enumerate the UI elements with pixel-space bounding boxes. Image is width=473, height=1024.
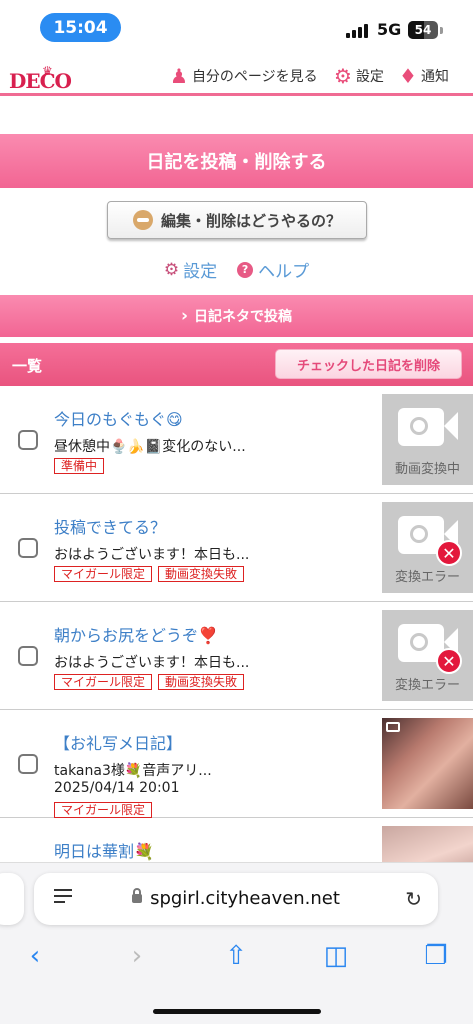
select-checkbox[interactable] (18, 646, 38, 666)
browser-chrome: spgirl.cityheaven.net ↻ ‹ › ⇧ ◫ ❐ (0, 862, 473, 1024)
error-icon: ✕ (436, 648, 462, 674)
bookmarks-icon[interactable]: ◫ (316, 941, 356, 971)
diary-date: 2025/04/14 20:01 (54, 780, 180, 796)
select-checkbox[interactable] (18, 754, 38, 774)
user-icon: ♟ (170, 64, 188, 88)
howto-label: 編集・削除はどうやるの？ (160, 211, 341, 230)
settings-label: 設定 (355, 69, 384, 85)
list-item[interactable]: 投稿できてる？ おはようございます！本日も... マイガール限定 動画変換失敗 … (0, 494, 473, 602)
deco-logo[interactable]: DECO (9, 69, 72, 93)
my-page-label: 自分のページを見る (191, 69, 318, 85)
site-header: DECO ♛ ♟ 自分のページを見る ⚙ 設定 ♦ 通知 (0, 56, 473, 96)
crown-icon: ♛ (42, 64, 53, 78)
status-badge: マイガール限定 (54, 802, 153, 818)
home-indicator (153, 1009, 321, 1014)
neta-label: 日記ネタで投稿 (194, 309, 292, 325)
video-thumbnail[interactable]: 動画変換中 (382, 394, 473, 485)
status-badge: マイガール限定 (54, 566, 153, 582)
howto-button[interactable]: 編集・削除はどうやるの？ (107, 201, 367, 239)
previous-tab[interactable] (0, 873, 24, 925)
diary-excerpt: おはようございます！本日も... (54, 655, 250, 671)
thumb-status: 動画変換中 (394, 462, 460, 477)
chevron-right-icon: › (180, 306, 188, 326)
share-icon[interactable]: ⇧ (216, 941, 256, 971)
list-item[interactable]: 朝からお尻をどうぞ❣️ おはようございます！本日も... マイガール限定 動画変… (0, 602, 473, 710)
thumb-status: 変換エラー (394, 678, 460, 693)
url-text: spgirl.cityheaven.net (150, 888, 340, 909)
settings-link[interactable]: ⚙ 設定 (334, 66, 384, 86)
select-checkbox[interactable] (18, 538, 38, 558)
settings-text-label: 設定 (183, 262, 218, 282)
forward-icon[interactable]: › (117, 941, 157, 971)
status-time: 15:04 (40, 13, 121, 42)
gear-icon: ⚙ (334, 64, 352, 88)
status-badge: マイガール限定 (54, 674, 153, 690)
list-header: 一覧 チェックした日記を削除 (0, 343, 473, 386)
battery-level: 54 (414, 23, 432, 37)
diary-title[interactable]: 投稿できてる？ (54, 514, 166, 538)
url-display: spgirl.cityheaven.net (34, 888, 438, 909)
help-link[interactable]: ? ヘルプ (237, 257, 309, 282)
video-thumbnail[interactable]: ✕ 変換エラー (382, 502, 473, 593)
settings-text-link[interactable]: ⚙ 設定 (163, 257, 218, 283)
diary-excerpt: takana3様💐音声アリ... (54, 763, 212, 779)
delete-checked-button[interactable]: チェックした日記を削除 (275, 349, 462, 379)
address-bar[interactable]: spgirl.cityheaven.net ↻ (34, 873, 438, 925)
diary-excerpt: 昼休憩中🍨🍌📓変化のない... (54, 439, 246, 455)
mascot-icon (132, 210, 153, 230)
my-page-link[interactable]: ♟ 自分のページを見る (170, 66, 318, 86)
list-item[interactable]: 【お礼写メ日記】 takana3様💐音声アリ... 2025/04/14 20:… (0, 710, 473, 818)
status-badge: 動画変換失敗 (158, 566, 245, 582)
thumb-status: 変換エラー (394, 570, 460, 585)
diary-title[interactable]: 今日のもぐもぐ😋 (54, 406, 183, 430)
battery-icon: 54 (408, 21, 438, 39)
diary-title[interactable]: 朝からお尻をどうぞ❣️ (54, 622, 218, 646)
utility-links: ⚙ 設定 ? ヘルプ (0, 257, 473, 283)
neta-post-button[interactable]: › 日記ネタで投稿 (0, 295, 473, 337)
tabs-icon[interactable]: ❐ (416, 941, 456, 971)
status-bar: 15:04 5G 54 (0, 0, 473, 56)
list-item[interactable]: 今日のもぐもぐ😋 昼休憩中🍨🍌📓変化のない... 準備中 動画変換中 (0, 386, 473, 494)
list-title: 一覧 (12, 357, 43, 375)
gear-icon: ⚙ (163, 259, 180, 280)
signal-icon (346, 22, 368, 38)
error-icon: ✕ (436, 540, 462, 566)
help-icon: ? (237, 261, 254, 278)
diary-list: 今日のもぐもぐ😋 昼休憩中🍨🍌📓変化のない... 準備中 動画変換中 投稿できて… (0, 386, 473, 926)
camera-icon (398, 408, 444, 446)
video-thumbnail[interactable]: ✕ 変換エラー (382, 610, 473, 701)
video-badge-icon (386, 722, 400, 732)
network-label: 5G (377, 20, 402, 39)
status-badge: 準備中 (54, 458, 105, 474)
diary-title[interactable]: 明日は華割💐 (54, 838, 154, 862)
status-badge: 動画変換失敗 (158, 674, 245, 690)
browser-toolbar: ‹ › ⇧ ◫ ❐ (0, 941, 473, 981)
notifications-label: 通知 (420, 69, 449, 85)
photo-thumbnail[interactable] (382, 718, 473, 809)
diary-excerpt: おはようございます！本日も... (54, 547, 250, 563)
lock-icon (132, 888, 143, 903)
select-checkbox[interactable] (18, 430, 38, 450)
post-diary-button[interactable]: 日記を投稿・削除する (0, 134, 473, 188)
diary-title[interactable]: 【お礼写メ日記】 (54, 730, 182, 754)
back-icon[interactable]: ‹ (15, 941, 55, 971)
bell-icon: ♦ (399, 64, 417, 88)
reload-icon[interactable]: ↻ (405, 887, 422, 911)
help-label: ヘルプ (258, 262, 310, 282)
notifications-link[interactable]: ♦ 通知 (399, 66, 449, 86)
